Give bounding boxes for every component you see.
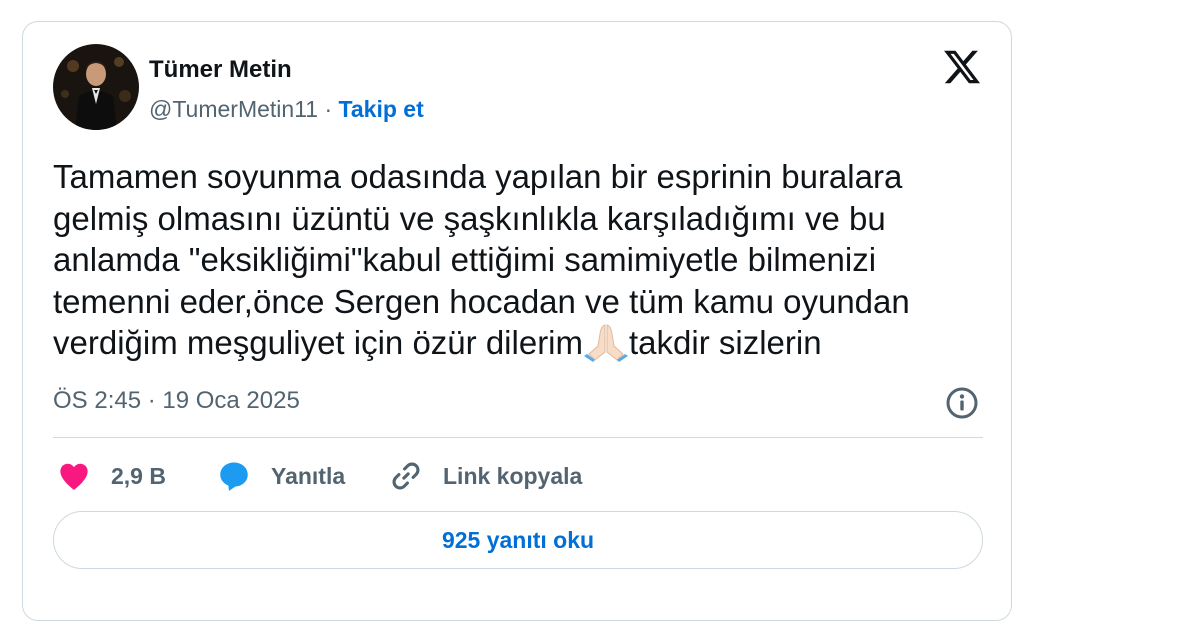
divider xyxy=(53,437,983,438)
like-count: 2,9 B xyxy=(111,462,166,489)
reply-label: Yanıtla xyxy=(271,462,346,489)
x-logo-icon[interactable] xyxy=(941,47,983,87)
copy-link-button[interactable]: Link kopyala xyxy=(389,458,582,494)
follow-button[interactable]: Takip et xyxy=(339,96,424,122)
reply-bubble-icon xyxy=(220,462,248,491)
avatar[interactable] xyxy=(53,44,139,130)
info-icon[interactable] xyxy=(945,386,979,420)
author-name[interactable]: Tümer Metin xyxy=(149,56,292,84)
tweet-text: Tamamen soyunma odasında yapılan bir esp… xyxy=(53,156,983,364)
like-button[interactable]: 2,9 B xyxy=(57,458,166,494)
separator: · xyxy=(318,96,339,122)
tweet-text-end: takdir sizlerin xyxy=(629,324,822,361)
heart-icon xyxy=(60,463,88,490)
copy-link-label: Link kopyala xyxy=(443,462,583,489)
read-replies-button[interactable]: 925 yanıtı oku xyxy=(53,511,983,569)
author-handle[interactable]: @TumerMetin11 xyxy=(149,96,318,122)
tweet-timestamp[interactable]: ÖS 2:45 · 19 Oca 2025 xyxy=(53,387,300,415)
link-icon xyxy=(392,462,420,490)
author-handle-row: @TumerMetin11 · Takip et xyxy=(149,96,424,123)
tweet-card: Tümer Metin @TumerMetin11 · Takip et Tam… xyxy=(22,21,1012,621)
reply-button[interactable]: Yanıtla xyxy=(217,458,345,494)
folded-hands-icon xyxy=(583,322,629,362)
